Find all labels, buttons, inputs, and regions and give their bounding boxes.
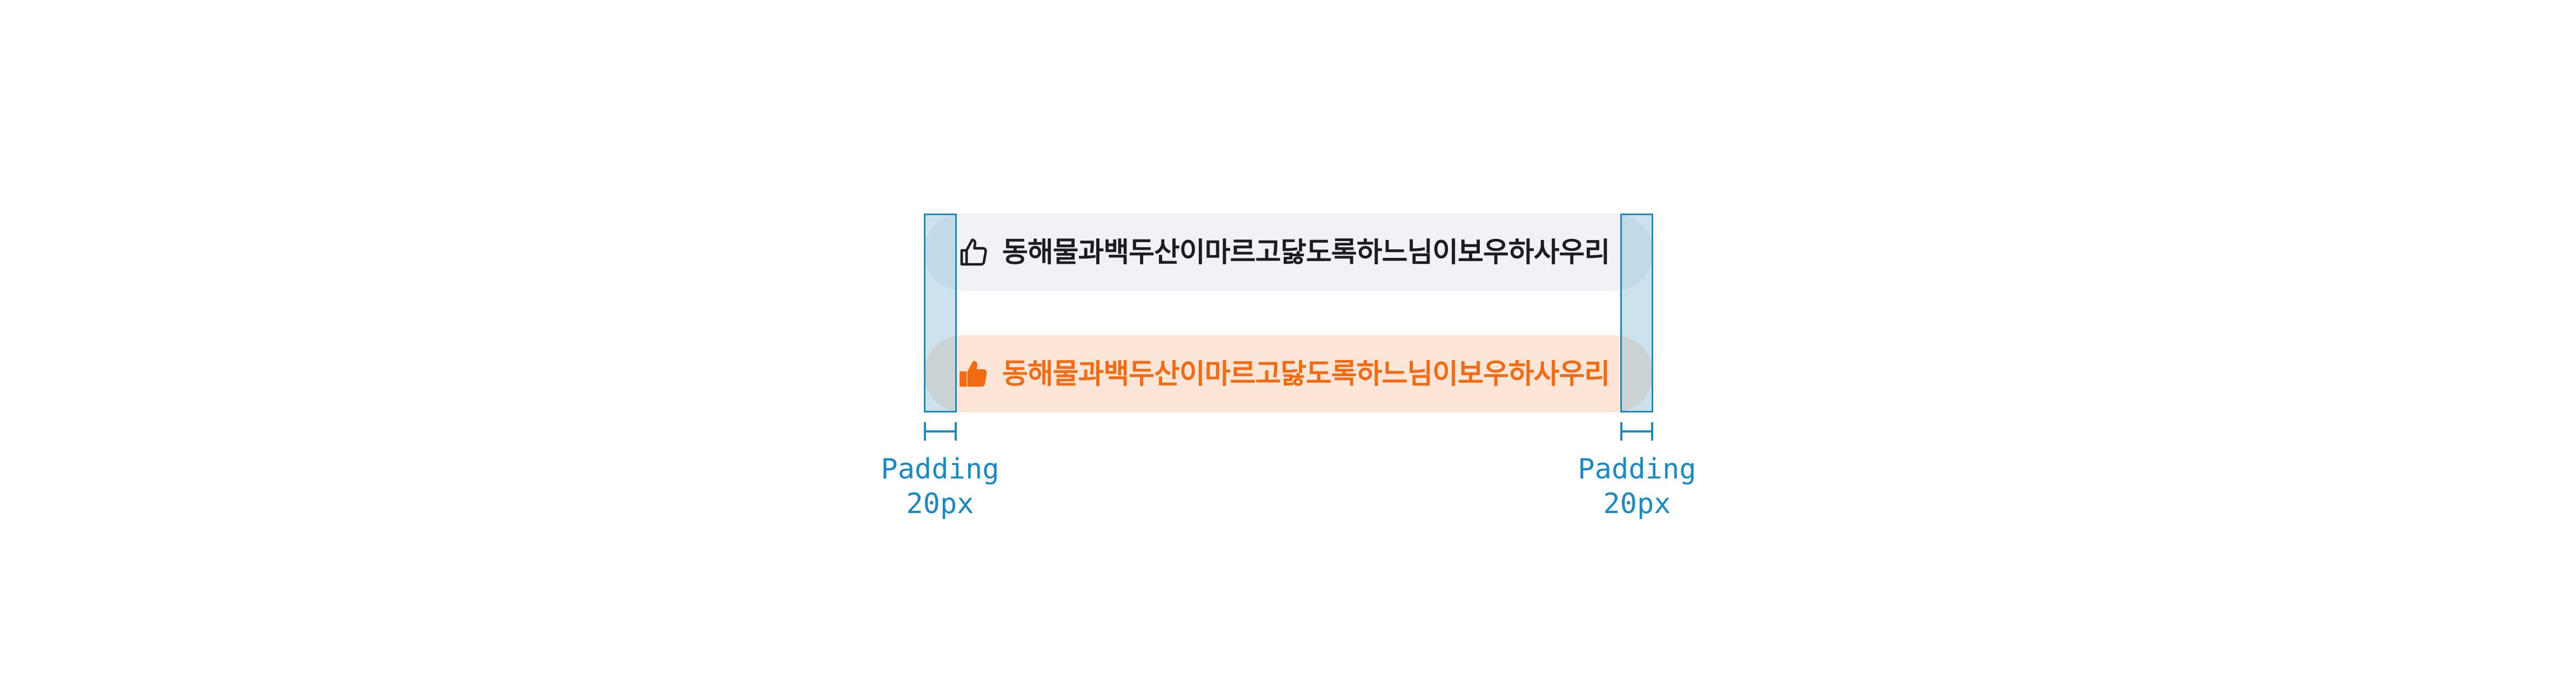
chip-label: 동해물과백두산이마르고닳도록하느님이보우하사우리 [1002,360,1610,388]
left-padding-label: Padding 20px [859,452,1021,521]
padding-label-title: Padding [1578,453,1696,485]
chip-label: 동해물과백두산이마르고닳도록하느님이보우하사우리 [1002,238,1610,267]
padding-label-value: 20px [1603,488,1671,520]
thumbs-up-outline-icon [957,236,990,269]
thumbs-up-filled-icon [957,357,990,391]
left-padding-highlight [924,214,957,412]
right-padding-label: Padding 20px [1556,452,1718,521]
right-padding-dimension-marker [1620,422,1653,441]
like-chip-active[interactable]: 동해물과백두산이마르고닳도록하느님이보우하사우리 [924,335,1653,412]
padding-label-value: 20px [906,488,974,520]
like-chip-default[interactable]: 동해물과백두산이마르고닳도록하느님이보우하사우리 [924,214,1653,291]
left-padding-dimension-marker [924,422,957,441]
right-padding-highlight [1620,214,1653,412]
padding-label-title: Padding [881,453,999,485]
spec-canvas: 동해물과백두산이마르고닳도록하느님이보우하사우리 동해물과백두산이마르고닳도록하… [0,0,2576,692]
